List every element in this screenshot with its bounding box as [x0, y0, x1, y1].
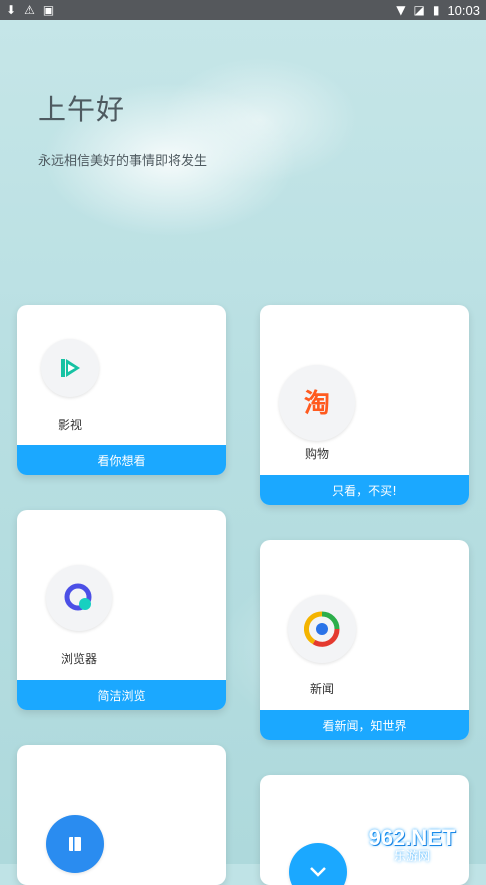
- card-video[interactable]: 影视 看你想看: [17, 305, 226, 475]
- battery-icon: ▮: [432, 3, 440, 17]
- book-icon: [46, 815, 104, 873]
- card-footer-button[interactable]: 简洁浏览: [17, 680, 226, 710]
- card-label: 浏览器: [60, 652, 97, 666]
- news-icon: [288, 595, 356, 663]
- signal-icon: ◪: [413, 3, 425, 17]
- video-play-icon: [41, 339, 99, 397]
- card-reading[interactable]: [17, 745, 226, 885]
- download-icon: ⬇: [6, 3, 17, 17]
- clock: 10:03: [447, 2, 480, 18]
- browser-icon: [46, 565, 112, 631]
- svg-text:淘: 淘: [304, 389, 330, 418]
- card-footer-button[interactable]: 看新闻，知世界: [260, 710, 469, 740]
- card-footer-button[interactable]: 看你想看: [17, 445, 226, 475]
- card-browser[interactable]: 浏览器 简洁浏览: [17, 510, 226, 710]
- card-news[interactable]: 新闻 看新闻，知世界: [260, 540, 469, 740]
- notification-icon: ▣: [42, 3, 55, 17]
- warning-icon: ⚠: [24, 3, 35, 17]
- card-label: 影视: [57, 418, 82, 432]
- card-label: 购物: [304, 447, 329, 461]
- chevron-icon: [289, 843, 347, 885]
- motto-text: 永远相信美好的事情即将发生: [38, 154, 208, 169]
- card-shopping[interactable]: 淘 购物 只看，不买!: [260, 305, 469, 505]
- card-footer-button[interactable]: 只看，不买!: [260, 475, 469, 505]
- watermark-subtitle: 乐游网: [393, 848, 430, 863]
- wifi-icon: ▼: [396, 3, 406, 17]
- taobao-icon: 淘: [279, 365, 355, 441]
- watermark-number: 962.NET: [368, 824, 456, 850]
- card-label: 新闻: [309, 682, 334, 696]
- watermark-logo: 962.NET 乐游网: [344, 824, 480, 863]
- greeting-title: 上午好: [38, 93, 126, 126]
- status-bar: ⬇ ⚠ ▣ ▼ ◪ ▮ 10:03: [0, 0, 486, 20]
